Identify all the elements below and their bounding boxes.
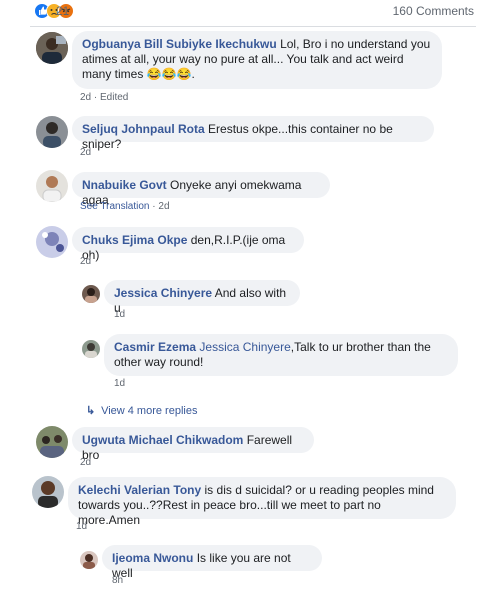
- reply-meta: 1d: [114, 378, 125, 389]
- view-more-replies-link[interactable]: ↳ View 4 more replies: [86, 404, 197, 417]
- comment-time[interactable]: 2d: [80, 457, 91, 468]
- avatar[interactable]: [32, 476, 64, 508]
- comment-meta: See Translation · 2d: [80, 201, 170, 212]
- mention-link[interactable]: Jessica Chinyere: [199, 340, 290, 354]
- avatar[interactable]: [36, 226, 68, 258]
- see-translation-link[interactable]: See Translation: [80, 201, 150, 212]
- avatar[interactable]: [82, 340, 100, 358]
- reply-time[interactable]: 8h: [112, 575, 123, 586]
- comment-bubble: Seljuq Johnpaul Rota Erestus okpe...this…: [72, 116, 434, 151]
- reactions-bar: 21 160 Comments: [0, 0, 503, 22]
- comment-bubble: Ogbuanya Bill Subiyke Ikechukwu Lol, Bro…: [72, 31, 442, 89]
- reply-time[interactable]: 1d: [114, 378, 125, 389]
- reply-time[interactable]: 1d: [114, 309, 125, 320]
- comment-time[interactable]: 1d: [76, 521, 87, 532]
- comment-bubble: Chuks Ejima Okpe den,R.I.P.(ije oma oh): [72, 227, 304, 262]
- avatar[interactable]: [36, 426, 68, 458]
- comment-author[interactable]: Seljuq Johnpaul Rota: [82, 122, 205, 136]
- reply-meta: 8h: [112, 575, 123, 586]
- comment-time[interactable]: 2d: [80, 92, 91, 103]
- avatar[interactable]: [36, 170, 68, 202]
- avatar[interactable]: [36, 116, 68, 148]
- comment-meta: 2d · Edited: [80, 92, 129, 103]
- avatar[interactable]: [82, 285, 100, 303]
- comment-bubble: Ugwuta Michael Chikwadom Farewell bro: [72, 427, 314, 462]
- divider: [30, 26, 476, 27]
- comment-author[interactable]: Chuks Ejima Okpe: [82, 233, 187, 247]
- reply-author[interactable]: Casmir Ezema: [114, 340, 196, 354]
- comment-author[interactable]: Ugwuta Michael Chikwadom: [82, 433, 243, 447]
- comments-count-link[interactable]: 160 Comments: [393, 4, 474, 18]
- reply-meta: 1d: [114, 309, 125, 320]
- comment-bubble: Nnabuike Govt Onyeke anyi omekwama agaa: [72, 172, 330, 207]
- reply-arrow-icon: ↳: [86, 405, 96, 417]
- reply-bubble: Casmir Ezema Jessica Chinyere,Talk to ur…: [104, 334, 458, 376]
- comment-author[interactable]: Kelechi Valerian Tony: [78, 483, 201, 497]
- reply-bubble: Jessica Chinyere And also with u: [104, 280, 300, 315]
- edited-label[interactable]: Edited: [100, 92, 128, 103]
- comment-meta: 2d: [80, 457, 91, 468]
- comment-time[interactable]: 2d: [80, 147, 91, 158]
- comment-meta: 2d: [80, 147, 91, 158]
- comment-meta: 2d: [80, 256, 91, 267]
- comment-time[interactable]: 2d: [80, 256, 91, 267]
- view-more-replies-label: View 4 more replies: [101, 405, 198, 417]
- reply-author[interactable]: Jessica Chinyere: [114, 286, 212, 300]
- reply-bubble: Ijeoma Nwonu Is like you are not well: [102, 545, 322, 580]
- reply-author[interactable]: Ijeoma Nwonu: [112, 551, 193, 565]
- comment-time[interactable]: 2d: [158, 201, 169, 212]
- avatar[interactable]: [80, 551, 98, 569]
- reaction-count[interactable]: 21: [56, 4, 69, 18]
- comment-meta: 1d: [76, 521, 87, 532]
- avatar[interactable]: [36, 32, 68, 64]
- comment-author[interactable]: Ogbuanya Bill Subiyke Ikechukwu: [82, 37, 277, 51]
- comment-bubble: Kelechi Valerian Tony is dis d suicidal?…: [68, 477, 456, 527]
- comment-author[interactable]: Nnabuike Govt: [82, 178, 167, 192]
